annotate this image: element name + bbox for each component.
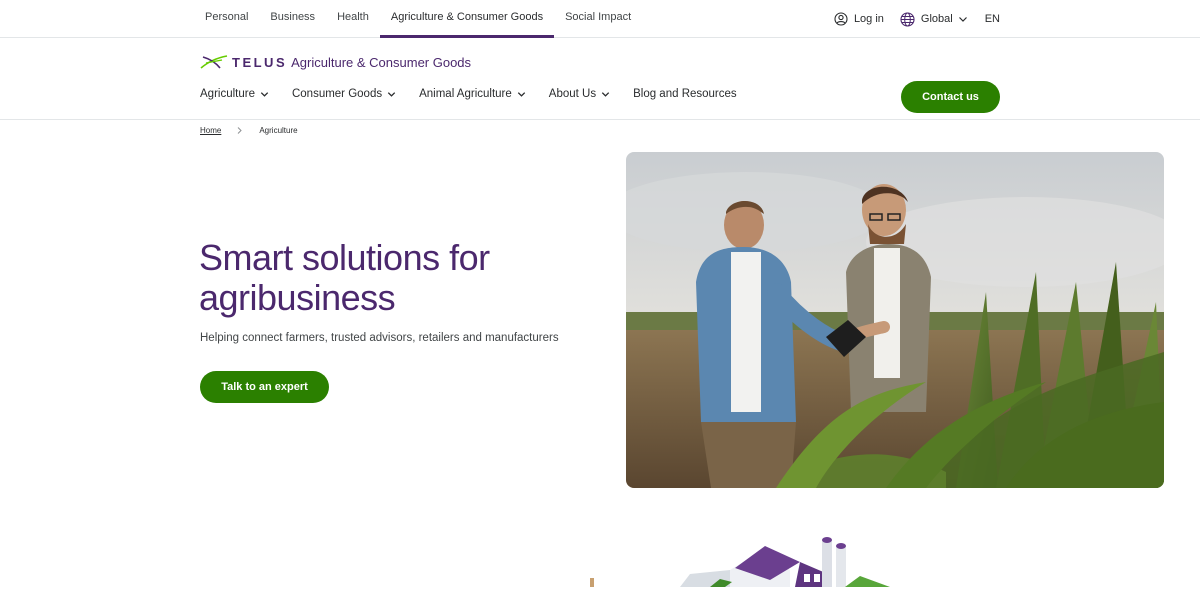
nav-consumer-goods-label: Consumer Goods <box>291 88 383 100</box>
nav-agriculture[interactable]: Agriculture <box>200 88 270 100</box>
hero-title: Smart solutions for agribusiness <box>199 237 490 318</box>
language-label: EN <box>984 13 1000 25</box>
chevron-down-icon <box>260 91 269 97</box>
segment-business[interactable]: Business <box>259 0 326 38</box>
login-link[interactable]: Log in <box>834 12 884 26</box>
segment-health[interactable]: Health <box>326 0 380 38</box>
region-label: Global <box>920 13 953 25</box>
user-icon <box>834 12 848 26</box>
contact-us-button[interactable]: Contact us <box>901 81 1000 113</box>
talk-to-expert-button[interactable]: Talk to an expert <box>200 371 329 403</box>
telus-logo[interactable]: TELUS Agriculture & Consumer Goods <box>200 53 471 71</box>
chevron-down-icon <box>387 91 396 97</box>
nav-about-us[interactable]: About Us <box>549 88 611 100</box>
hero-subtitle: Helping connect farmers, trusted advisor… <box>200 332 559 344</box>
chevron-down-icon <box>517 91 525 97</box>
top-utility-bar: Personal Business Health Agriculture & C… <box>0 0 1200 38</box>
nav-agriculture-label: Agriculture <box>200 88 255 100</box>
login-label: Log in <box>853 13 884 25</box>
nav-blog-and-resources[interactable]: Blog and Resources <box>633 88 737 100</box>
main-nav: Agriculture Consumer Goods Animal Agricu… <box>200 88 759 100</box>
segment-nav: Personal Business Health Agriculture & C… <box>194 0 642 38</box>
nav-about-us-label: About Us <box>548 88 597 100</box>
segment-personal[interactable]: Personal <box>194 0 259 38</box>
hero-image <box>626 152 1164 488</box>
nav-consumer-goods[interactable]: Consumer Goods <box>292 88 397 100</box>
chevron-right-icon <box>237 127 243 134</box>
utility-actions: Log in Global EN <box>818 0 1000 38</box>
nav-animal-agriculture[interactable]: Animal Agriculture <box>419 88 527 100</box>
breadcrumb: Home Agriculture <box>200 126 298 135</box>
site-header: TELUS Agriculture & Consumer Goods Agric… <box>0 38 1200 120</box>
telus-logo-icon <box>200 55 228 69</box>
segment-agriculture-consumer-goods[interactable]: Agriculture & Consumer Goods <box>379 0 555 38</box>
farm-illustration <box>560 530 900 587</box>
language-selector[interactable]: EN <box>985 13 1000 25</box>
segment-social-impact[interactable]: Social Impact <box>554 0 642 38</box>
brand-subtitle: Agriculture & Consumer Goods <box>291 54 472 70</box>
breadcrumb-current: Agriculture <box>259 126 298 135</box>
region-selector[interactable]: Global <box>900 11 969 27</box>
breadcrumb-home[interactable]: Home <box>200 126 221 135</box>
globe-icon <box>900 11 915 27</box>
nav-animal-agriculture-label: Animal Agriculture <box>419 88 512 100</box>
nav-blog-and-resources-label: Blog and Resources <box>633 88 737 100</box>
chevron-down-icon <box>601 91 610 97</box>
chevron-down-icon <box>958 17 967 22</box>
brand-name: TELUS <box>232 54 288 70</box>
